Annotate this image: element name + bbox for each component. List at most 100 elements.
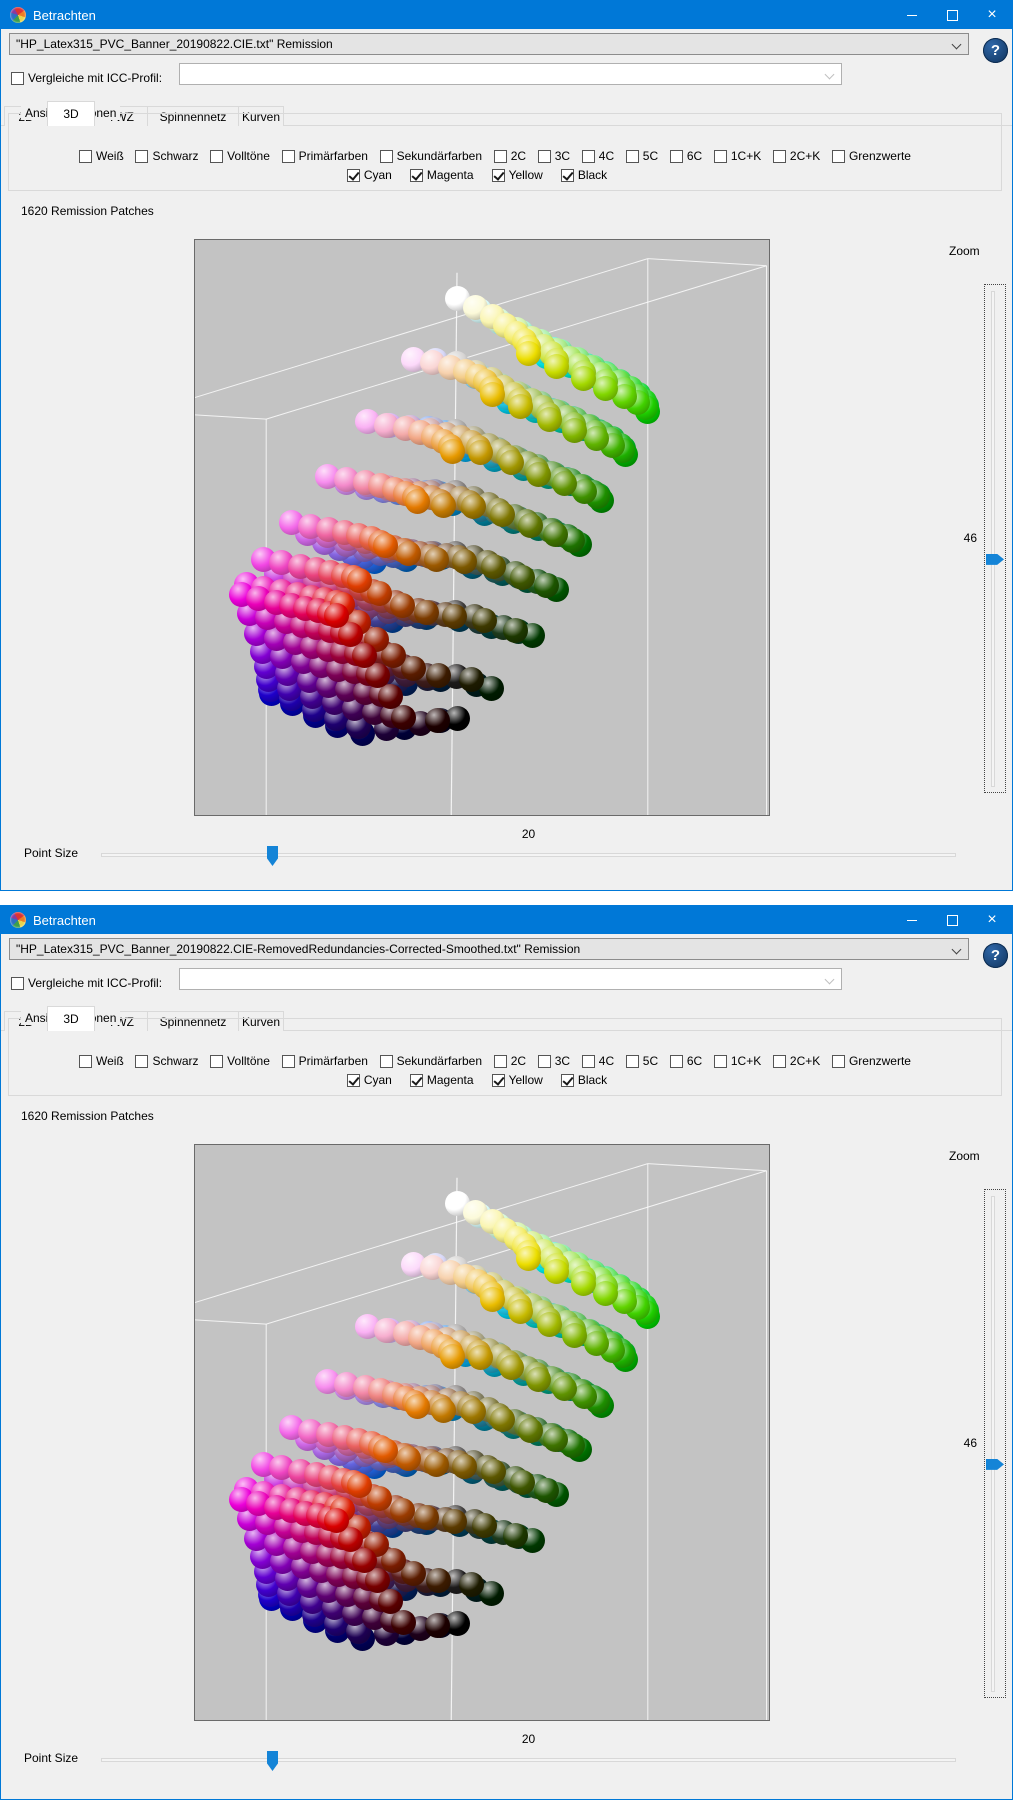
option-checkbox-sekund-rfarben[interactable]: Sekundärfarben (380, 149, 482, 163)
option-label: Volltöne (227, 1054, 270, 1068)
option-checkbox-cyan[interactable]: Cyan (347, 1073, 392, 1087)
option-checkbox-1c-k[interactable]: 1C+K (714, 149, 761, 163)
checkbox-unchecked (494, 1055, 507, 1068)
checkbox-unchecked (670, 1055, 683, 1068)
point-size-value: 20 (101, 827, 956, 841)
option-checkbox-4c[interactable]: 4C (582, 1054, 614, 1068)
option-checkbox-2c-k[interactable]: 2C+K (773, 1054, 820, 1068)
option-checkbox-black[interactable]: Black (561, 168, 607, 182)
checkbox-unchecked (714, 1055, 727, 1068)
compare-icc-checkbox[interactable]: Vergleiche mit ICC-Profil: (11, 976, 162, 990)
minimize-button[interactable] (892, 906, 932, 934)
option-checkbox-5c[interactable]: 5C (626, 149, 658, 163)
option-label: 1C+K (731, 149, 761, 163)
option-checkbox-schwarz[interactable]: Schwarz (135, 1054, 198, 1068)
help-button[interactable]: ? (983, 943, 1008, 968)
option-checkbox-grenzwerte[interactable]: Grenzwerte (832, 1054, 911, 1068)
zoom-slider[interactable] (984, 1189, 1006, 1698)
option-checkbox-1c-k[interactable]: 1C+K (714, 1054, 761, 1068)
option-checkbox-vollt-ne[interactable]: Volltöne (210, 149, 270, 163)
option-checkbox-6c[interactable]: 6C (670, 149, 702, 163)
checkbox-unchecked (773, 1055, 786, 1068)
point-size-track[interactable] (101, 853, 956, 857)
help-icon: ? (991, 947, 1000, 964)
gamut-sphere (552, 471, 577, 496)
option-label: Grenzwerte (849, 1054, 911, 1068)
option-checkbox-2c-k[interactable]: 2C+K (773, 149, 820, 163)
maximize-button[interactable] (932, 1, 972, 29)
option-checkbox-magenta[interactable]: Magenta (410, 1073, 474, 1087)
point-size-track[interactable] (101, 1758, 956, 1762)
gamut-sphere (537, 407, 562, 432)
compare-icc-checkbox[interactable]: Vergleiche mit ICC-Profil: (11, 71, 162, 85)
option-checkbox-6c[interactable]: 6C (670, 1054, 702, 1068)
checkbox-unchecked (210, 1055, 223, 1068)
file-selector-value: "HP_Latex315_PVC_Banner_20190822.CIE-Rem… (16, 942, 580, 956)
close-icon: × (987, 911, 996, 928)
gamut-sphere (468, 1345, 493, 1370)
gamut-sphere (534, 573, 559, 598)
gamut-sphere (378, 684, 403, 709)
option-checkbox-wei-[interactable]: Weiß (79, 149, 124, 163)
icc-profile-selector[interactable] (179, 63, 842, 85)
tab-3d[interactable]: 3D (47, 1006, 95, 1031)
checkbox-checked (492, 1074, 505, 1087)
option-checkbox-4c[interactable]: 4C (582, 149, 614, 163)
file-selector[interactable]: "HP_Latex315_PVC_Banner_20190822.CIE-Rem… (9, 938, 969, 960)
options-row-1: Weiß Schwarz Volltöne Primärfarben Sekundärf… (79, 1054, 911, 1068)
option-checkbox-3c[interactable]: 3C (538, 1054, 570, 1068)
point-size-thumb[interactable] (267, 1751, 278, 1771)
help-button[interactable]: ? (983, 38, 1008, 63)
gamut-sphere (405, 489, 430, 514)
option-checkbox-grenzwerte[interactable]: Grenzwerte (832, 149, 911, 163)
option-label: 4C (599, 149, 614, 163)
close-button[interactable]: × (972, 906, 1012, 934)
gamut-sphere (480, 1287, 505, 1312)
gamut-sphere (593, 1281, 618, 1306)
option-checkbox-sekund-rfarben[interactable]: Sekundärfarben (380, 1054, 482, 1068)
gamut-sphere (391, 705, 416, 730)
option-checkbox-2c[interactable]: 2C (494, 149, 526, 163)
maximize-button[interactable] (932, 906, 972, 934)
option-checkbox-prim-rfarben[interactable]: Primärfarben (282, 1054, 368, 1068)
option-checkbox-wei-[interactable]: Weiß (79, 1054, 124, 1068)
gamut-sphere (499, 450, 524, 475)
titlebar[interactable]: Betrachten × (1, 1, 1012, 29)
zoom-slider-track[interactable] (991, 291, 995, 787)
option-checkbox-yellow[interactable]: Yellow (492, 1073, 543, 1087)
gamut-sphere (571, 1271, 596, 1296)
gamut-3d-plot[interactable] (194, 239, 770, 816)
option-checkbox-prim-rfarben[interactable]: Primärfarben (282, 149, 368, 163)
icc-profile-selector[interactable] (179, 968, 842, 990)
app-icon (10, 912, 26, 928)
compare-icc-label: Vergleiche mit ICC-Profil: (28, 976, 162, 990)
option-checkbox-black[interactable]: Black (561, 1073, 607, 1087)
zoom-slider-track[interactable] (991, 1196, 995, 1692)
option-checkbox-schwarz[interactable]: Schwarz (135, 149, 198, 163)
minimize-button[interactable] (892, 1, 932, 29)
checkbox-box (11, 72, 24, 85)
option-checkbox-2c[interactable]: 2C (494, 1054, 526, 1068)
checkbox-unchecked (380, 150, 393, 163)
compare-icc-label: Vergleiche mit ICC-Profil: (28, 71, 162, 85)
point-size-thumb[interactable] (267, 846, 278, 866)
close-button[interactable]: × (972, 1, 1012, 29)
option-checkbox-3c[interactable]: 3C (538, 149, 570, 163)
gamut-3d-plot[interactable] (194, 1144, 770, 1721)
option-checkbox-vollt-ne[interactable]: Volltöne (210, 1054, 270, 1068)
option-label: Cyan (364, 1073, 392, 1087)
option-label: Weiß (96, 1054, 124, 1068)
gamut-sphere (544, 1259, 569, 1284)
option-label: Magenta (427, 168, 474, 182)
titlebar[interactable]: Betrachten × (1, 906, 1012, 934)
option-checkbox-5c[interactable]: 5C (626, 1054, 658, 1068)
option-checkbox-yellow[interactable]: Yellow (492, 168, 543, 182)
checkbox-unchecked (714, 150, 727, 163)
gamut-sphere (424, 1452, 449, 1477)
option-checkbox-cyan[interactable]: Cyan (347, 168, 392, 182)
chevron-down-icon (825, 975, 835, 985)
tab-3d[interactable]: 3D (47, 101, 95, 126)
zoom-slider[interactable] (984, 284, 1006, 793)
option-checkbox-magenta[interactable]: Magenta (410, 168, 474, 182)
file-selector[interactable]: "HP_Latex315_PVC_Banner_20190822.CIE.txt… (9, 33, 969, 55)
